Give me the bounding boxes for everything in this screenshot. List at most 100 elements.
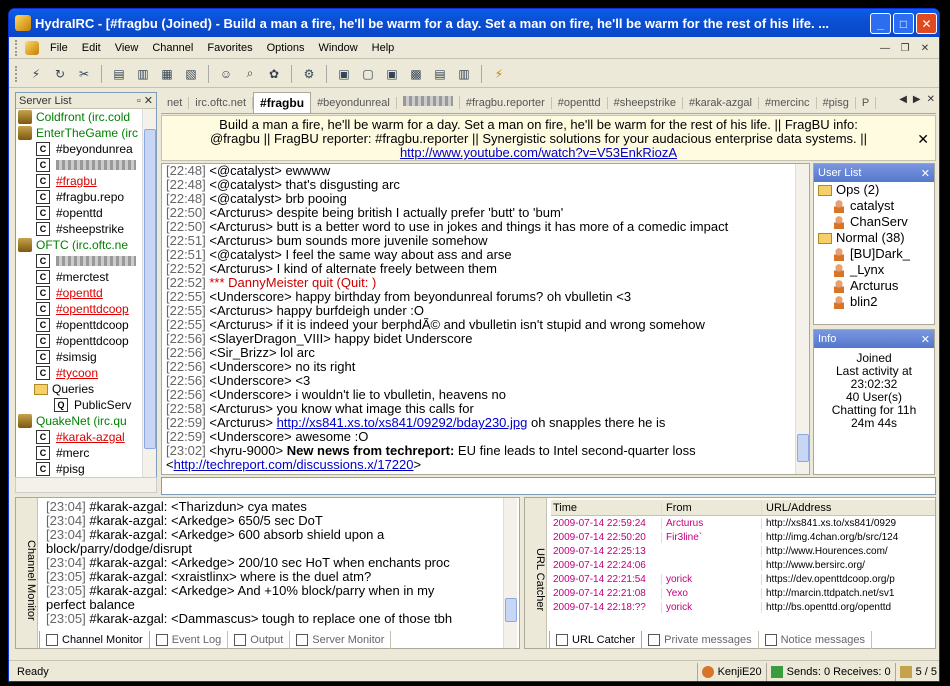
tree-item[interactable]: C #openttd (16, 205, 156, 221)
url-catcher-icon[interactable]: ▥ (453, 64, 475, 84)
tree-item[interactable]: OFTC (irc.oftc.ne (16, 237, 156, 253)
tab-karakazgal[interactable]: #karak-azgal (683, 96, 759, 109)
tree-item[interactable]: C #simsig (16, 349, 156, 365)
options-icon[interactable]: ⚙ (298, 64, 320, 84)
tree-item[interactable]: Coldfront (irc.cold (16, 109, 156, 125)
favorites-icon[interactable]: ✿ (263, 64, 285, 84)
tree-item[interactable]: Q PublicServ (16, 397, 156, 413)
tab-event-log[interactable]: Event Log (150, 631, 229, 649)
tab-net[interactable]: net (161, 96, 190, 109)
tab-pisg[interactable]: #pisg (817, 96, 856, 109)
server-list-scrollbar[interactable] (142, 109, 156, 489)
user-item[interactable]: _Lynx (814, 262, 934, 278)
menu-channel[interactable]: Channel (145, 42, 200, 54)
topic-close-icon[interactable]: ✕ (917, 132, 929, 146)
tab-server-monitor[interactable]: Server Monitor (290, 631, 392, 649)
user-item[interactable]: Arcturus (814, 278, 934, 294)
menu-help[interactable]: Help (365, 42, 402, 54)
server-list-hscrollbar[interactable] (15, 477, 157, 493)
user-item[interactable]: catalyst (814, 198, 934, 214)
tree-item[interactable]: C #openttdcoop (16, 333, 156, 349)
tab-openttd[interactable]: #openttd (552, 96, 608, 109)
url-row[interactable]: 2009-07-14 22:24:06 http://www.bersirc.or… (551, 558, 935, 572)
tree-item[interactable]: C #sheepstrike (16, 221, 156, 237)
mdi-close-icon[interactable]: ✕ (917, 41, 933, 55)
tab-fragbu[interactable]: #fragbu (253, 92, 312, 113)
tree-item[interactable]: C (16, 253, 156, 269)
topic-link[interactable]: http://www.youtube.com/watch?v=V53EnkRio… (400, 145, 677, 160)
mdi-minimize-icon[interactable]: — (877, 41, 893, 55)
tab-output[interactable]: Output (228, 631, 291, 649)
column-header-urladdress[interactable]: URL/Address (761, 501, 935, 514)
user-group[interactable]: Normal (38) (814, 230, 934, 246)
channel-monitor-icon[interactable]: ▩ (405, 64, 427, 84)
url-row[interactable]: 2009-07-14 22:21:54 yorick https://dev.ope… (551, 572, 935, 586)
tab-notice-messages[interactable]: Notice messages (759, 631, 872, 649)
disconnect-icon[interactable]: ✂ (73, 64, 95, 84)
server-list-icon[interactable]: ▣ (333, 64, 355, 84)
tree-item[interactable]: C #karak-azgal (16, 429, 156, 445)
tab-close-icon[interactable]: ✕ (927, 94, 935, 105)
tile-horizontal-icon[interactable]: ▤ (108, 64, 130, 84)
title-bar[interactable]: HydraIRC - [#fragbu (Joined) - Build a m… (9, 9, 939, 37)
info-icon[interactable]: ▣ (381, 64, 403, 84)
channel-monitor-scrollbar[interactable] (503, 498, 517, 648)
tab-next-icon[interactable]: ▶ (913, 94, 921, 105)
tree-item[interactable]: C #openttd (16, 285, 156, 301)
column-header-from[interactable]: From (661, 501, 761, 514)
tab-beyondunreal[interactable]: #beyondunreal (311, 96, 397, 109)
tab-hidden[interactable] (397, 96, 460, 109)
tree-item[interactable]: EnterTheGame (irc (16, 125, 156, 141)
info-close-icon[interactable]: ✕ (921, 333, 930, 346)
chat-link[interactable]: http://techreport.com/discussions.x/1722… (174, 458, 414, 472)
close-icon[interactable]: ✕ (144, 95, 153, 107)
user-group[interactable]: Ops (2) (814, 182, 934, 198)
reconnect-icon[interactable]: ↻ (49, 64, 71, 84)
users-icon[interactable]: ☺ (215, 64, 237, 84)
chat-scrollbar[interactable] (795, 164, 809, 474)
tree-item[interactable]: C #fragbu (16, 173, 156, 189)
tree-item[interactable]: C #pisg (16, 461, 156, 477)
url-row[interactable]: 2009-07-14 22:18:?? yorick http://bs.opent… (551, 600, 935, 614)
user-item[interactable]: ChanServ (814, 214, 934, 230)
minimize-button[interactable]: _ (870, 13, 891, 34)
column-header-time[interactable]: Time (551, 502, 661, 514)
maximize-button[interactable]: □ (893, 13, 914, 34)
tab-mercinc[interactable]: #mercinc (759, 96, 817, 109)
user-item[interactable]: blin2 (814, 294, 934, 310)
tab-fragbureporter[interactable]: #fragbu.reporter (460, 96, 552, 109)
tab-P[interactable]: P (856, 96, 877, 109)
url-row[interactable]: 2009-07-14 22:21:08 Yexo http://marcin.ttd… (551, 586, 935, 600)
tree-item[interactable]: C (16, 157, 156, 173)
tab-channel-monitor[interactable]: Channel Monitor (39, 631, 150, 649)
tree-item[interactable]: C #merctest (16, 269, 156, 285)
url-row[interactable]: 2009-07-14 22:50:20 Fir3line` http://img.4… (551, 530, 935, 544)
search-icon[interactable]: ⌕ (239, 64, 261, 84)
arrange-icon[interactable]: ▧ (180, 64, 202, 84)
message-input[interactable] (161, 477, 936, 495)
output-icon[interactable]: ▤ (429, 64, 451, 84)
doc-icon[interactable] (25, 40, 39, 55)
user-list-icon[interactable]: ▢ (357, 64, 379, 84)
tree-item[interactable]: C #beyondunrea (16, 141, 156, 157)
tree-item[interactable]: C #merc (16, 445, 156, 461)
tab-sheepstrike[interactable]: #sheepstrike (608, 96, 683, 109)
pin-icon[interactable]: ▫ (137, 95, 141, 107)
tree-item[interactable]: C #fragbu.repo (16, 189, 156, 205)
tab-url-catcher[interactable]: URL Catcher (549, 631, 643, 649)
tree-item[interactable]: Queries (16, 381, 156, 397)
user-list-close-icon[interactable]: ✕ (921, 167, 930, 180)
tree-item[interactable]: C #openttdcoop (16, 317, 156, 333)
menu-edit[interactable]: Edit (75, 42, 108, 54)
mdi-restore-icon[interactable]: ❐ (897, 41, 913, 55)
tree-item[interactable]: C #openttdcoop (16, 301, 156, 317)
close-button[interactable]: ✕ (916, 13, 937, 34)
tree-item[interactable]: C #tycoon (16, 365, 156, 381)
menu-view[interactable]: View (108, 42, 146, 54)
tab-ircoftcnet[interactable]: irc.oftc.net (189, 96, 254, 109)
toolbar-grip[interactable] (15, 65, 19, 82)
connect-icon[interactable]: ⚡ (25, 64, 47, 84)
menubar-grip[interactable] (15, 39, 19, 56)
flash-icon[interactable]: ⚡ (488, 64, 510, 84)
url-row[interactable]: 2009-07-14 22:59:24 Arcturus http://xs841.… (551, 516, 935, 530)
